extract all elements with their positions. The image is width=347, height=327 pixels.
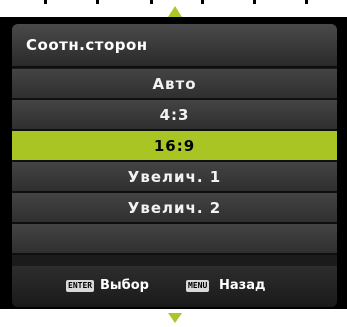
back-hint: Назад (219, 278, 266, 293)
menu-title: Соотн.сторон (26, 36, 148, 54)
divider-tick (150, 0, 153, 4)
divider-tick (44, 0, 47, 4)
menu-key-icon: MENU (186, 280, 210, 292)
option-label: Увелич. 2 (127, 198, 222, 217)
divider-tick (201, 0, 204, 4)
menu-footer: ENTER Выбор MENU Назад (12, 266, 337, 307)
divider-tick (305, 0, 308, 4)
enter-key-icon: ENTER (66, 280, 95, 292)
menu-header: Соотн.сторон (12, 24, 337, 68)
top-strip (0, 0, 347, 17)
option-label: 4:3 (159, 105, 190, 124)
option-zoom-2[interactable]: Увелич. 2 (12, 193, 337, 224)
option-label: Увелич. 1 (127, 167, 222, 186)
option-zoom-1[interactable]: Увелич. 1 (12, 162, 337, 193)
option-empty (12, 224, 337, 255)
option-16-9[interactable]: 16:9 (12, 131, 337, 162)
option-auto[interactable]: Авто (12, 69, 337, 100)
aspect-ratio-menu: Соотн.сторон Авто 4:3 16:9 Увелич. 1 Уве… (12, 24, 337, 307)
select-hint: Выбор (100, 278, 149, 293)
divider-tick (253, 0, 256, 4)
scroll-up-icon[interactable] (168, 6, 182, 17)
divider-tick (96, 0, 99, 4)
option-4-3[interactable]: 4:3 (12, 100, 337, 131)
option-label: 16:9 (153, 136, 196, 155)
option-label: Авто (152, 74, 197, 93)
scroll-down-icon[interactable] (168, 313, 182, 323)
